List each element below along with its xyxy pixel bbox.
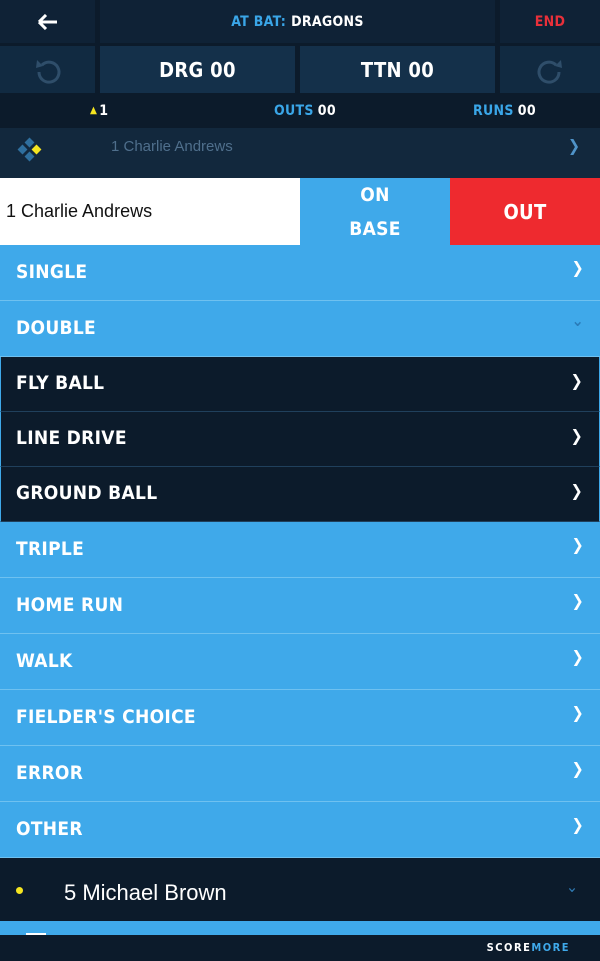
out-button[interactable]: OUT bbox=[450, 178, 600, 245]
chevron-right-icon: ❯ bbox=[571, 591, 584, 610]
game-status-bar: ▲ 1 OUTS 00 RUNS 00 bbox=[0, 96, 600, 128]
outcome-label: TRIPLE bbox=[16, 538, 85, 560]
footer: SCOREMORE bbox=[0, 935, 600, 961]
outcome-label: FLY BALL bbox=[16, 372, 105, 394]
top-inning-arrow-icon: ▲ bbox=[90, 105, 98, 116]
chevron-right-icon: ❯ bbox=[571, 535, 584, 554]
at-bat-label: AT BAT: bbox=[231, 13, 287, 30]
outcome-label: OTHER bbox=[16, 818, 83, 840]
chevron-right-icon: ❯ bbox=[570, 371, 583, 390]
outs-indicator: OUTS 00 bbox=[274, 103, 336, 119]
chevron-down-icon: ⌄ bbox=[566, 877, 579, 896]
logo-part-a: SCORE bbox=[486, 941, 532, 954]
batter-action-row: 1 Charlie Andrews ON BASE OUT bbox=[0, 178, 600, 245]
current-batter-bar[interactable]: 1 Charlie Andrews ❯ bbox=[0, 128, 600, 178]
outcome-error[interactable]: ERROR ❯ bbox=[0, 746, 600, 802]
at-bat-indicator: AT BAT: DRAGONS bbox=[100, 0, 495, 43]
outcome-list: SINGLE ❯ DOUBLE ⌄ FLY BALL ❯ LINE DRIVE … bbox=[0, 245, 600, 858]
outs-label: OUTS bbox=[274, 103, 314, 119]
end-button[interactable]: END bbox=[500, 0, 600, 43]
undo-icon bbox=[35, 59, 60, 84]
score-bar: DRG 00 TTN 00 bbox=[0, 46, 600, 93]
top-bar: AT BAT: DRAGONS END bbox=[0, 0, 600, 43]
next-batter-row[interactable]: 5 Michael Brown ⌄ bbox=[0, 865, 600, 921]
outcome-label: SINGLE bbox=[16, 261, 88, 283]
outcome-line-drive[interactable]: LINE DRIVE ❯ bbox=[0, 412, 600, 467]
next-batter-name: 5 Michael Brown bbox=[64, 880, 227, 905]
chevron-right-icon: ❯ bbox=[571, 759, 584, 778]
chevron-right-icon: ❯ bbox=[570, 426, 583, 445]
outcome-other[interactable]: OTHER ❯ bbox=[0, 802, 600, 858]
chevron-down-icon: ⌄ bbox=[571, 311, 584, 330]
on-base-label-line1: ON bbox=[360, 184, 390, 206]
at-bat-team: DRAGONS bbox=[291, 13, 364, 30]
outcome-label: WALK bbox=[16, 650, 73, 672]
back-button[interactable] bbox=[0, 0, 95, 43]
outcome-fly-ball[interactable]: FLY BALL ❯ bbox=[0, 357, 600, 412]
outcome-fielders-choice[interactable]: FIELDER'S CHOICE ❯ bbox=[0, 690, 600, 746]
chevron-right-icon: ❯ bbox=[570, 481, 583, 500]
away-team-score: TTN 00 bbox=[300, 46, 495, 93]
outcome-home-run[interactable]: HOME RUN ❯ bbox=[0, 578, 600, 634]
current-batter-name: 1 Charlie Andrews bbox=[111, 138, 233, 155]
runs-value: 00 bbox=[517, 103, 536, 119]
base-diamond-icon bbox=[17, 137, 42, 162]
on-base-button[interactable]: ON BASE bbox=[300, 178, 450, 245]
outcome-label: HOME RUN bbox=[16, 594, 124, 616]
chevron-right-icon: ❯ bbox=[568, 136, 581, 155]
outcome-triple[interactable]: TRIPLE ❯ bbox=[0, 522, 600, 578]
outcome-label: LINE DRIVE bbox=[16, 427, 127, 449]
home-team-score: DRG 00 bbox=[100, 46, 295, 93]
outcome-label: GROUND BALL bbox=[16, 482, 158, 504]
chevron-right-icon: ❯ bbox=[571, 703, 584, 722]
logo-part-b: MORE bbox=[531, 941, 570, 954]
back-arrow-icon bbox=[37, 13, 57, 30]
on-deck-dot-icon bbox=[16, 887, 23, 894]
outcome-label: DOUBLE bbox=[16, 317, 96, 339]
on-base-label-line2: BASE bbox=[349, 218, 401, 240]
outcome-double[interactable]: DOUBLE ⌄ bbox=[0, 301, 600, 357]
outcome-single[interactable]: SINGLE ❯ bbox=[0, 245, 600, 301]
chevron-right-icon: ❯ bbox=[571, 815, 584, 834]
outcome-label: ERROR bbox=[16, 762, 84, 784]
outcome-ground-ball[interactable]: GROUND BALL ❯ bbox=[0, 467, 600, 522]
selected-batter: 1 Charlie Andrews bbox=[0, 178, 300, 245]
expanded-row-edge bbox=[0, 921, 600, 935]
chevron-right-icon: ❯ bbox=[571, 258, 584, 277]
outs-value: 00 bbox=[317, 103, 336, 119]
scoremore-logo: SCOREMORE bbox=[487, 941, 570, 954]
redo-icon bbox=[537, 59, 562, 84]
chevron-right-icon: ❯ bbox=[571, 647, 584, 666]
redo-button[interactable] bbox=[500, 46, 600, 93]
outcome-walk[interactable]: WALK ❯ bbox=[0, 634, 600, 690]
undo-button[interactable] bbox=[0, 46, 95, 93]
inning-indicator: ▲ 1 bbox=[90, 103, 108, 119]
inning-number: 1 bbox=[99, 103, 109, 119]
runs-label: RUNS bbox=[473, 103, 514, 119]
runs-indicator: RUNS 00 bbox=[473, 103, 536, 119]
outcome-label: FIELDER'S CHOICE bbox=[16, 706, 196, 728]
